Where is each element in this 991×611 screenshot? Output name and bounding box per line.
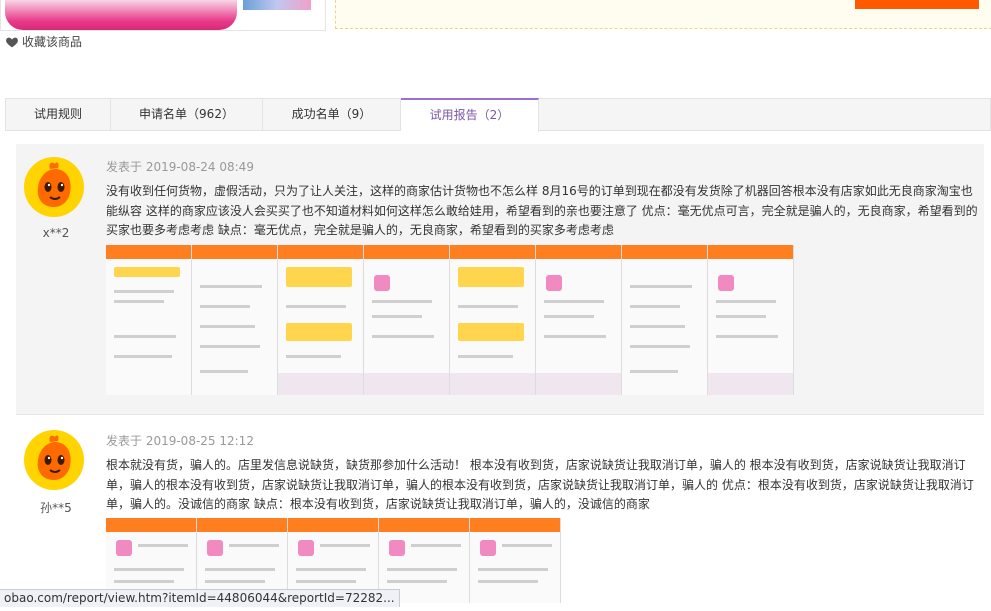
screenshot-thumbnail[interactable] [708, 245, 794, 395]
screenshot-thumbnail[interactable] [278, 245, 364, 395]
report-content: 根本就没有货，骗人的。店里发信息说缺货，缺货那参加什么活动！ 根本没有收到货，店… [106, 458, 974, 511]
favorite-product-link[interactable]: 收藏该商品 [5, 33, 82, 51]
report-date: 发表于 2019-08-24 08:49 [106, 160, 254, 174]
screenshot-thumbnail[interactable] [536, 245, 622, 395]
trial-report: 孙**5 发表于 2019-08-25 12:12 根本就没有货，骗人的。店里发… [16, 426, 984, 611]
screenshot-thumbnail[interactable] [470, 518, 561, 603]
apply-button[interactable] [855, 0, 979, 9]
screenshot-thumbnail[interactable] [106, 245, 192, 395]
product-thumbnail[interactable] [243, 0, 311, 10]
screenshot-thumbnail[interactable] [450, 245, 536, 395]
taobao-mascot-avatar[interactable] [24, 157, 84, 217]
tab-trial-reports[interactable]: 试用报告（2） [401, 98, 539, 132]
tab-rules[interactable]: 试用规则 [6, 99, 111, 130]
favorite-label: 收藏该商品 [22, 35, 83, 49]
product-image[interactable] [5, 0, 237, 30]
reviewer-name: 孙**5 [40, 501, 72, 515]
report-content: 没有收到任何货物，虚假活动，只为了让人关注，这样的商家估计货物也不怎么样 8月1… [106, 184, 978, 237]
tab-success-list[interactable]: 成功名单（9） [263, 99, 401, 130]
screenshot-thumbnail[interactable] [622, 245, 708, 395]
tab-bar: 试用规则 申请名单（962） 成功名单（9） 试用报告（2） [5, 98, 991, 132]
report-screenshots [106, 245, 794, 395]
tab-applicants[interactable]: 申请名单（962） [111, 99, 263, 130]
trial-report: x**2 发表于 2019-08-24 08:49 没有收到任何货物，虚假活动，… [16, 144, 984, 415]
browser-status-url: obao.com/report/view.htm?itemId=44806044… [0, 589, 400, 607]
screenshot-thumbnail[interactable] [364, 245, 450, 395]
heart-icon [6, 37, 18, 48]
taobao-mascot-avatar[interactable] [24, 430, 84, 490]
screenshot-thumbnail[interactable] [192, 245, 278, 395]
report-date: 发表于 2019-08-25 12:12 [106, 434, 254, 448]
reviewer-name: x**2 [42, 226, 70, 240]
